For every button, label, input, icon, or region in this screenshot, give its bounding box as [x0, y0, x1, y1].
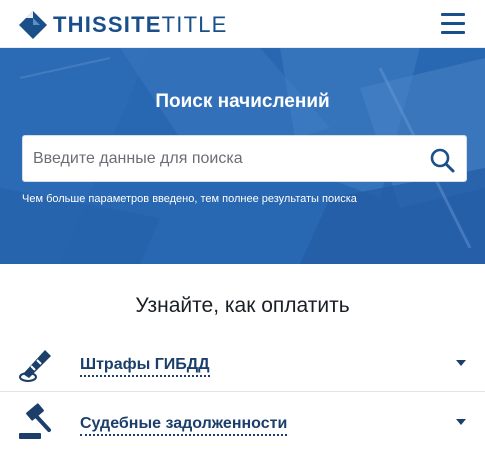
site-header: THISSITETITLE	[0, 0, 485, 48]
chevron-down-icon[interactable]	[456, 360, 466, 366]
payment-section-title: Узнайте, как оплатить	[135, 294, 350, 317]
logo-diamond-icon	[19, 11, 47, 39]
search-box	[22, 135, 467, 182]
search-hint: Чем больше параметров введено, тем полне…	[22, 193, 357, 205]
logo-text: THISSITETITLE	[53, 9, 228, 41]
accordion-label-court-debts[interactable]: Судебные задолженности	[80, 415, 288, 436]
site-logo[interactable]: THISSITETITLE	[17, 9, 228, 41]
logo-bold: THIS	[53, 12, 108, 37]
search-input[interactable]	[33, 146, 413, 172]
hamburger-icon-bar	[441, 22, 465, 25]
accordion-item-court-debts[interactable]: Судебные задолженности	[0, 393, 485, 451]
search-hero: Поиск начислений Чем больше параметров в…	[0, 48, 485, 264]
accordion-label-traffic-fines[interactable]: Штрафы ГИБДД	[80, 356, 210, 377]
search-button[interactable]	[428, 146, 456, 174]
gavel-icon	[19, 403, 51, 439]
accordion-item-traffic-fines[interactable]: Штрафы ГИБДД	[0, 334, 485, 392]
baton-icon	[19, 350, 51, 382]
logo-mid: SITE	[107, 12, 162, 37]
search-icon	[430, 148, 455, 173]
chevron-down-icon[interactable]	[456, 419, 466, 425]
hamburger-icon-bar	[441, 31, 465, 34]
logo-thin: TITLE	[161, 12, 228, 37]
hamburger-icon-bar	[441, 13, 465, 16]
hamburger-menu-button[interactable]	[441, 13, 465, 35]
search-title: Поиск начислений	[155, 91, 330, 112]
